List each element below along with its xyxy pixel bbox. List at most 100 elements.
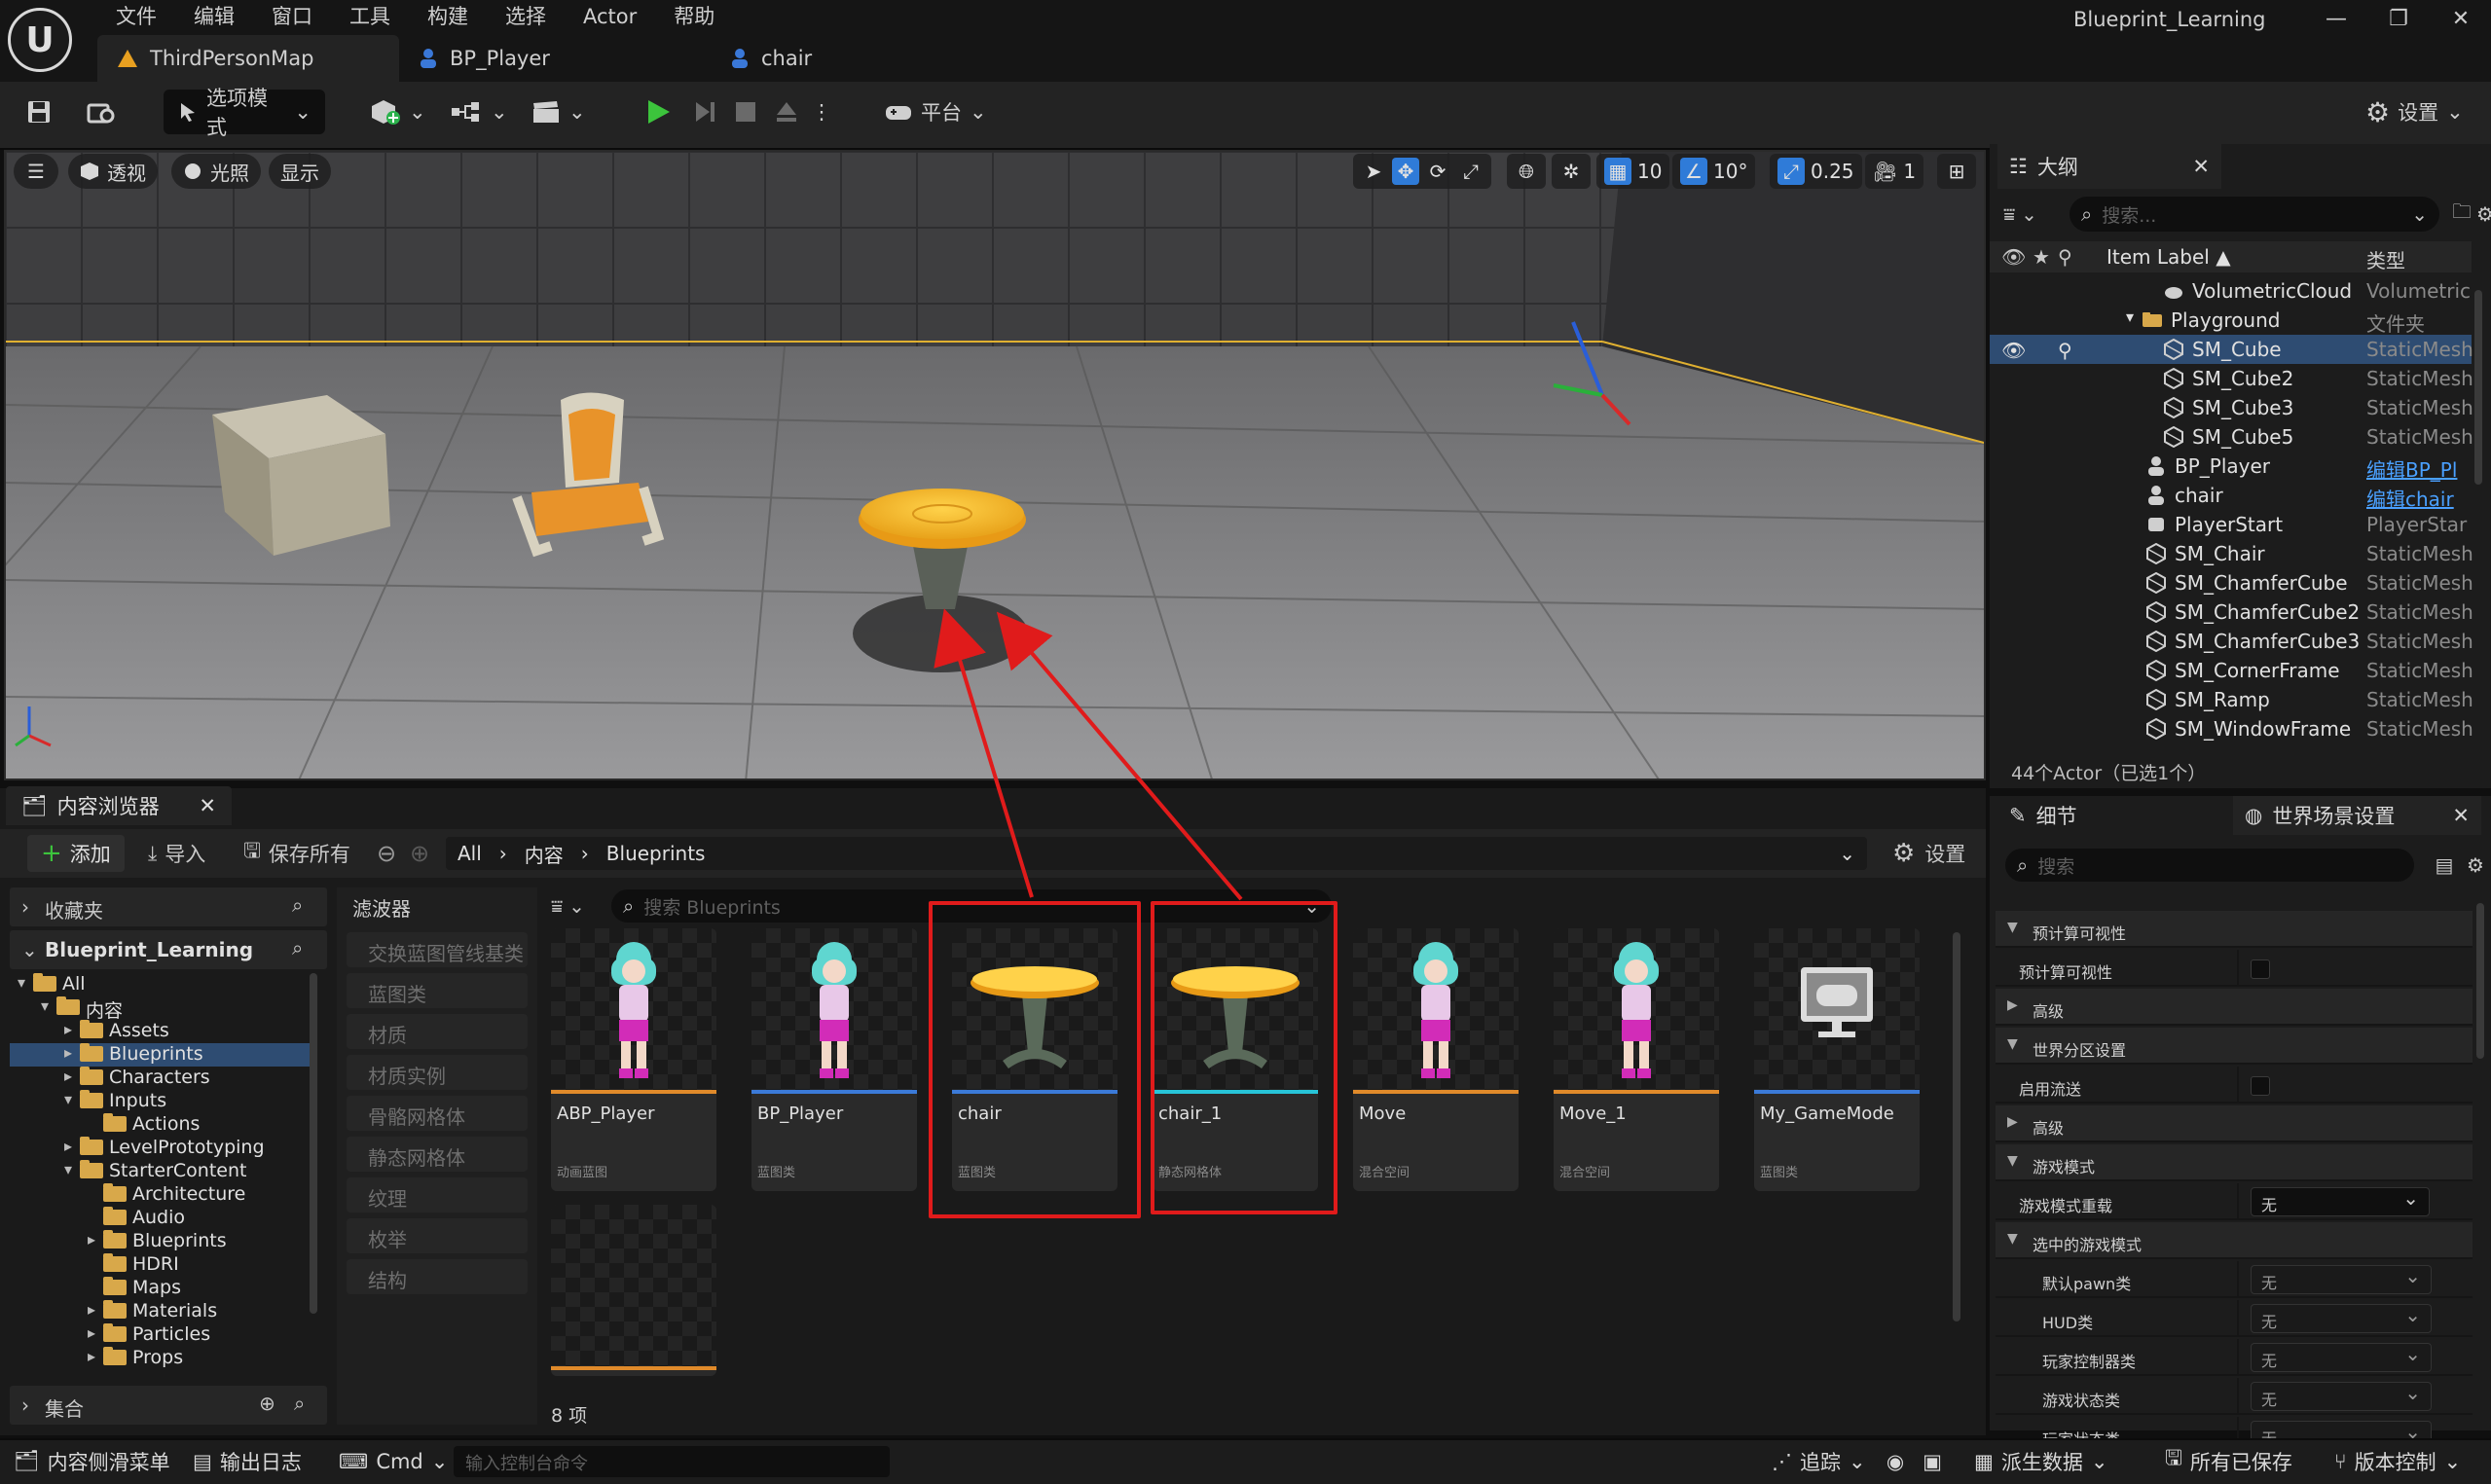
menu-build[interactable]: 构建 bbox=[409, 0, 487, 33]
filter-item[interactable]: 结构 bbox=[347, 1259, 528, 1294]
folder-tree-item[interactable]: ▾ StarterContent bbox=[10, 1160, 313, 1183]
folder-tree-item[interactable]: ▸ Materials bbox=[10, 1300, 313, 1323]
asset-scrollbar[interactable] bbox=[1953, 932, 1960, 1321]
chevron-right-icon[interactable]: ▸ bbox=[64, 1043, 72, 1062]
trace-dropdown[interactable]: ⋰ 追踪 ⌄ bbox=[1772, 1438, 1866, 1484]
filter-item[interactable]: 蓝图类 bbox=[347, 973, 528, 1008]
close-tab-icon[interactable]: ✕ bbox=[2192, 155, 2210, 178]
pin-icon[interactable]: ⚲ bbox=[2058, 245, 2072, 269]
console-input[interactable]: 输入控制台命令 bbox=[454, 1446, 890, 1477]
add-button[interactable]: + 添加 bbox=[27, 835, 125, 872]
search-icon[interactable]: ⌕ bbox=[292, 893, 303, 917]
surface-snap-icon[interactable]: ✲ bbox=[1552, 154, 1591, 189]
property-dropdown[interactable]: 无 bbox=[2251, 1186, 2430, 1216]
folder-tree-item[interactable]: ▾ Inputs bbox=[10, 1090, 313, 1113]
details-section[interactable]: ▶ 高级 bbox=[1996, 1105, 2473, 1142]
tab-thirdpersonmap[interactable]: ThirdPersonMap bbox=[97, 35, 399, 82]
filter-item[interactable]: 骨骼网格体 bbox=[347, 1096, 528, 1131]
folder-tree-item[interactable]: Audio bbox=[10, 1207, 313, 1230]
minimize-icon[interactable]: — bbox=[2317, 2, 2356, 35]
viewport-menu-icon[interactable]: ☰ bbox=[14, 154, 58, 189]
back-arrow-icon[interactable]: ⊖ bbox=[372, 837, 401, 870]
menu-actor[interactable]: Actor bbox=[565, 0, 655, 33]
outliner-row[interactable]: PlayerStart PlayerStar bbox=[1990, 510, 2472, 539]
folder-tree-item[interactable]: ▾ All bbox=[10, 973, 313, 996]
menu-help[interactable]: 帮助 bbox=[655, 0, 733, 33]
play-icon[interactable] bbox=[637, 90, 679, 134]
outliner-item-type[interactable]: 编辑BP_Pl bbox=[2366, 454, 2473, 483]
tree-scrollbar[interactable] bbox=[310, 973, 317, 1314]
asset-tile[interactable] bbox=[551, 1205, 716, 1376]
outliner-row[interactable]: SM_WindowFrame StaticMesh bbox=[1990, 714, 2473, 743]
chevron-down-icon[interactable]: ▾ bbox=[64, 1090, 72, 1108]
menu-window[interactable]: 窗口 bbox=[253, 0, 331, 33]
settings-dropdown[interactable]: ⚙ 设置 ⌄ bbox=[2365, 90, 2464, 134]
cinematics-button[interactable]: ⌄ bbox=[531, 90, 586, 134]
import-button[interactable]: ⤓ 导入 bbox=[148, 835, 205, 872]
outliner-row[interactable]: SM_Cube5 StaticMesh bbox=[1990, 422, 2473, 452]
menu-select[interactable]: 选择 bbox=[487, 0, 565, 33]
details-scrollbar[interactable] bbox=[2476, 903, 2484, 1059]
details-section[interactable]: ▼ 世界分区设置 bbox=[1996, 1028, 2473, 1065]
chevron-right-icon[interactable]: ▸ bbox=[64, 1137, 72, 1155]
cmd-dropdown[interactable]: ⌨ Cmd ⌄ bbox=[339, 1438, 448, 1484]
folder-tree-item[interactable]: ▸ Blueprints bbox=[10, 1043, 313, 1067]
outliner-search[interactable]: ⌕ 搜索... ⌄ bbox=[2070, 197, 2439, 232]
eject-icon[interactable] bbox=[769, 90, 804, 134]
property-checkbox[interactable] bbox=[2251, 959, 2270, 979]
rotation-snap-toggle[interactable]: ∠ 10° bbox=[1672, 154, 1756, 189]
record-icon[interactable]: ◉ bbox=[1881, 1438, 1910, 1484]
outliner-row[interactable]: VolumetricCloud Volumetric bbox=[1990, 276, 2472, 306]
property-checkbox[interactable] bbox=[2251, 1076, 2270, 1096]
derived-data-dropdown[interactable]: ▦ 派生数据 ⌄ bbox=[1974, 1438, 2107, 1484]
add-collection-icon[interactable]: ⊕ bbox=[259, 1392, 275, 1415]
source-control-dropdown[interactable]: ⑂ 版本控制 ⌄ bbox=[2334, 1438, 2461, 1484]
outliner-tab[interactable]: ☷ 大纲 ✕ bbox=[1997, 144, 2221, 189]
close-tab-icon[interactable]: ✕ bbox=[2452, 804, 2470, 827]
platform-dropdown[interactable]: 平台 ⌄ bbox=[884, 90, 987, 134]
folder-tree-item[interactable]: ▸ Props bbox=[10, 1347, 313, 1370]
folder-tree-item[interactable]: ▸ Blueprints bbox=[10, 1230, 313, 1253]
folder-tree-item[interactable]: Maps bbox=[10, 1277, 313, 1300]
outliner-row[interactable]: SM_Ramp StaticMesh bbox=[1990, 685, 2473, 714]
save-icon[interactable] bbox=[19, 90, 58, 134]
outliner-settings-icon[interactable]: ⚙ bbox=[2471, 199, 2491, 230]
outliner-row[interactable]: BP_Player 编辑BP_Pl bbox=[1990, 452, 2473, 483]
world-settings-tab[interactable]: ◍ 世界场景设置 ✕ bbox=[2233, 796, 2481, 835]
scale-snap-toggle[interactable]: ⤢ 0.25 bbox=[1770, 154, 1862, 189]
save-all-button[interactable]: 🖫︎ 保存所有 bbox=[243, 835, 350, 872]
asset-tile[interactable]: My_GameMode 蓝图类 bbox=[1754, 928, 1920, 1191]
outliner-scrollbar[interactable] bbox=[2474, 290, 2482, 485]
search-icon[interactable]: ⌕ bbox=[292, 936, 303, 959]
level-viewport[interactable] bbox=[4, 150, 1986, 780]
content-drawer-button[interactable]: 🗂︎ 内容侧滑菜单 bbox=[14, 1438, 170, 1484]
filter-item[interactable]: 静态网格体 bbox=[347, 1137, 528, 1172]
camera-speed-button[interactable]: 🎥︎ 1 bbox=[1865, 154, 1924, 189]
outliner-row[interactable]: SM_Chair StaticMesh bbox=[1990, 539, 2473, 568]
rotate-icon[interactable]: ⟳ bbox=[1423, 158, 1452, 185]
property-dropdown[interactable]: 无 bbox=[2251, 1381, 2432, 1411]
mode-select-dropdown[interactable]: 选项模式 ⌄ bbox=[164, 87, 325, 139]
breadcrumb-blueprints[interactable]: Blueprints bbox=[606, 842, 706, 865]
outliner-row[interactable]: 👁︎ ⚲ SM_Cube StaticMesh bbox=[1990, 335, 2473, 364]
star-icon[interactable]: ★ bbox=[2033, 245, 2050, 269]
breadcrumb-all[interactable]: All bbox=[458, 842, 482, 865]
project-section[interactable]: ⌄ Blueprint_Learning ⌕ bbox=[10, 930, 327, 969]
step-icon[interactable] bbox=[687, 90, 722, 134]
outliner-row[interactable]: SM_ChamferCube StaticMesh bbox=[1990, 568, 2473, 597]
stop-icon[interactable] bbox=[728, 90, 763, 134]
filter-item[interactable]: 纹理 bbox=[347, 1177, 528, 1213]
menu-edit[interactable]: 编辑 bbox=[175, 0, 253, 33]
perspective-button[interactable]: 透视 bbox=[68, 154, 158, 189]
add-actor-button[interactable]: ⌄ bbox=[368, 90, 426, 134]
breadcrumb-content[interactable]: 内容 bbox=[525, 840, 564, 868]
chevron-down-icon[interactable]: ▾ bbox=[18, 973, 25, 992]
property-dropdown[interactable]: 无 bbox=[2251, 1303, 2432, 1333]
world-local-icon[interactable]: 🌐︎ bbox=[1507, 154, 1546, 189]
folder-tree-item[interactable]: ▸ Characters bbox=[10, 1067, 313, 1090]
folder-tree-item[interactable]: ▸ Particles bbox=[10, 1323, 313, 1347]
col-type[interactable]: 类型 bbox=[2366, 245, 2405, 273]
folder-tree-item[interactable]: Actions bbox=[10, 1113, 313, 1137]
asset-tile[interactable]: ABP_Player 动画蓝图 bbox=[551, 928, 716, 1191]
asset-tile[interactable]: BP_Player 蓝图类 bbox=[751, 928, 917, 1191]
